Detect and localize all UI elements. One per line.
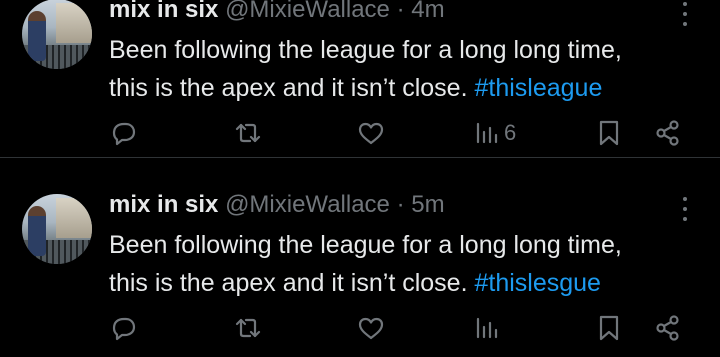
avatar-person: [28, 206, 46, 256]
share-button[interactable]: [653, 308, 683, 348]
views-count: 6: [504, 120, 517, 145]
display-name[interactable]: mix in six: [109, 191, 218, 218]
tweet-text-segment: this is the apex and it isn’t close.: [109, 74, 475, 102]
tweet[interactable]: mix in six @MixieWallace · 4m Been follo…: [0, 0, 720, 162]
user-handle[interactable]: @MixieWallace: [225, 191, 390, 218]
avatar[interactable]: [22, 194, 92, 264]
tweet-text: Been following the league for a long lon…: [109, 226, 709, 302]
share-button[interactable]: [653, 113, 683, 153]
tweet-header: mix in six @MixieWallace · 4m: [109, 0, 445, 25]
retweet-icon: [235, 318, 261, 338]
timestamp[interactable]: 5m: [411, 191, 444, 218]
avatar[interactable]: [22, 0, 92, 69]
like-icon: [358, 122, 384, 145]
display-name[interactable]: mix in six: [109, 0, 218, 23]
like-button[interactable]: [356, 113, 386, 153]
views-icon: [476, 122, 498, 144]
bookmark-button[interactable]: [594, 113, 624, 153]
tweet-text-line: Been following the league for a long lon…: [109, 36, 622, 64]
tweet-text-line: Been following the league for a long lon…: [109, 231, 622, 259]
reply-button[interactable]: [108, 308, 138, 348]
share-icon: [656, 120, 679, 146]
user-handle[interactable]: @MixieWallace: [225, 0, 390, 23]
tweet-text: Been following the league for a long lon…: [109, 31, 709, 107]
separator-dot: ·: [396, 0, 405, 23]
tweet-text-line: this is the apex and it isn’t close. #th…: [109, 264, 709, 302]
retweet-icon: [235, 123, 261, 143]
avatar-person: [28, 11, 46, 61]
avatar-building: [56, 198, 92, 238]
tweet-text-line: this is the apex and it isn’t close. #th…: [109, 69, 709, 107]
tweet-text-segment: this is the apex and it isn’t close.: [109, 269, 475, 297]
reply-icon: [112, 317, 136, 341]
views-button[interactable]: 6: [472, 113, 516, 153]
reply-button[interactable]: [108, 113, 138, 153]
tweet-header: mix in six @MixieWallace · 5m: [109, 190, 445, 220]
bookmark-icon: [599, 120, 619, 146]
timestamp[interactable]: 4m: [411, 0, 444, 23]
hashtag-link[interactable]: #thisleague: [474, 74, 602, 102]
retweet-button[interactable]: [233, 113, 263, 153]
avatar-building: [56, 3, 92, 43]
share-icon: [656, 315, 679, 341]
tweet-divider: [0, 157, 720, 158]
retweet-button[interactable]: [233, 308, 263, 348]
reply-icon: [112, 122, 136, 146]
like-button[interactable]: [356, 308, 386, 348]
hashtag-link[interactable]: #thislesgue: [474, 269, 600, 297]
action-bar: [0, 308, 720, 348]
more-icon[interactable]: [675, 1, 695, 27]
more-icon[interactable]: [675, 196, 695, 222]
tweet[interactable]: mix in six @MixieWallace · 5m Been follo…: [0, 182, 720, 357]
separator-dot: ·: [396, 191, 405, 218]
action-bar: 6: [0, 113, 720, 153]
bookmark-icon: [599, 315, 619, 341]
bookmark-button[interactable]: [594, 308, 624, 348]
views-button[interactable]: [472, 308, 504, 348]
like-icon: [358, 317, 384, 340]
views-icon: [476, 317, 498, 339]
